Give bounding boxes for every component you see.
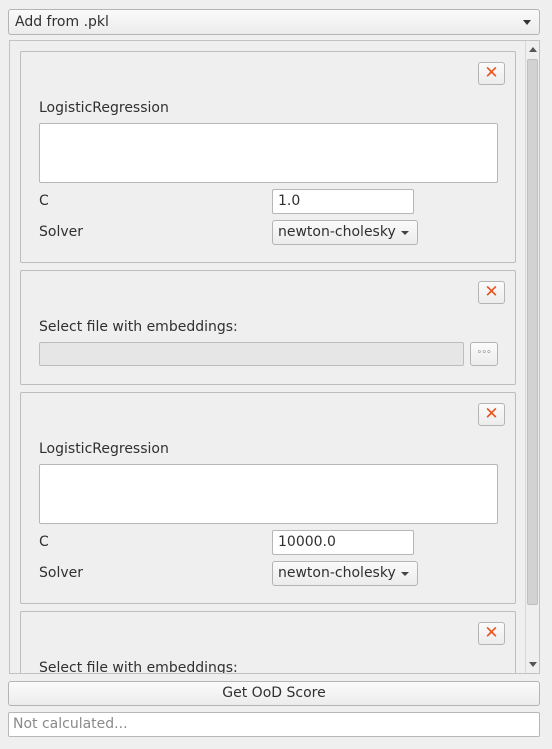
solver-select-value: newton-cholesky [278,224,396,240]
solver-label: Solver [39,224,83,240]
close-icon: ✕ [484,623,499,643]
embeddings-panel: ✕ Select file with embeddings: [20,611,516,674]
chevron-down-icon [523,20,531,25]
solver-select-value: newton-cholesky [278,565,396,581]
chevron-down-icon [401,572,409,576]
close-icon: ✕ [484,282,499,302]
model-description-field[interactable] [39,123,498,183]
vertical-scrollbar[interactable] [525,41,539,673]
c-label: C [39,534,49,550]
chevron-down-icon [401,231,409,235]
pipeline-scroll-area[interactable]: ✕ LogisticRegression C 1.0 Solver newton… [9,40,540,674]
model-panel: ✕ LogisticRegression C 10000.0 Solver ne… [20,392,516,604]
close-icon: ✕ [484,404,499,424]
embeddings-panel: ✕ Select file with embeddings: ◦◦◦ [20,270,516,385]
c-input[interactable]: 10000.0 [272,530,414,555]
embeddings-label: Select file with embeddings: [39,660,238,674]
solver-select[interactable]: newton-cholesky [272,220,418,245]
get-ood-score-button[interactable]: Get OoD Score [8,681,540,706]
browse-button[interactable]: ◦◦◦ [470,342,498,366]
scroll-down-icon[interactable] [529,662,537,667]
c-label: C [39,193,49,209]
source-select-value: Add from .pkl [15,14,109,30]
c-input[interactable]: 1.0 [272,189,414,214]
remove-panel-button[interactable]: ✕ [478,403,505,426]
embeddings-file-field[interactable] [39,342,464,366]
model-title: LogisticRegression [39,441,169,457]
solver-label: Solver [39,565,83,581]
solver-select[interactable]: newton-cholesky [272,561,418,586]
close-icon: ✕ [484,63,499,83]
model-title: LogisticRegression [39,100,169,116]
embeddings-label: Select file with embeddings: [39,319,238,335]
remove-panel-button[interactable]: ✕ [478,622,505,645]
more-icon: ◦◦◦ [476,348,492,358]
remove-panel-button[interactable]: ✕ [478,62,505,85]
model-description-field[interactable] [39,464,498,524]
source-select[interactable]: Add from .pkl [8,9,540,35]
scroll-thumb[interactable] [527,59,538,605]
scroll-up-icon[interactable] [529,47,537,52]
model-panel: ✕ LogisticRegression C 1.0 Solver newton… [20,51,516,263]
remove-panel-button[interactable]: ✕ [478,281,505,304]
ood-score-field[interactable]: Not calculated... [8,712,540,737]
